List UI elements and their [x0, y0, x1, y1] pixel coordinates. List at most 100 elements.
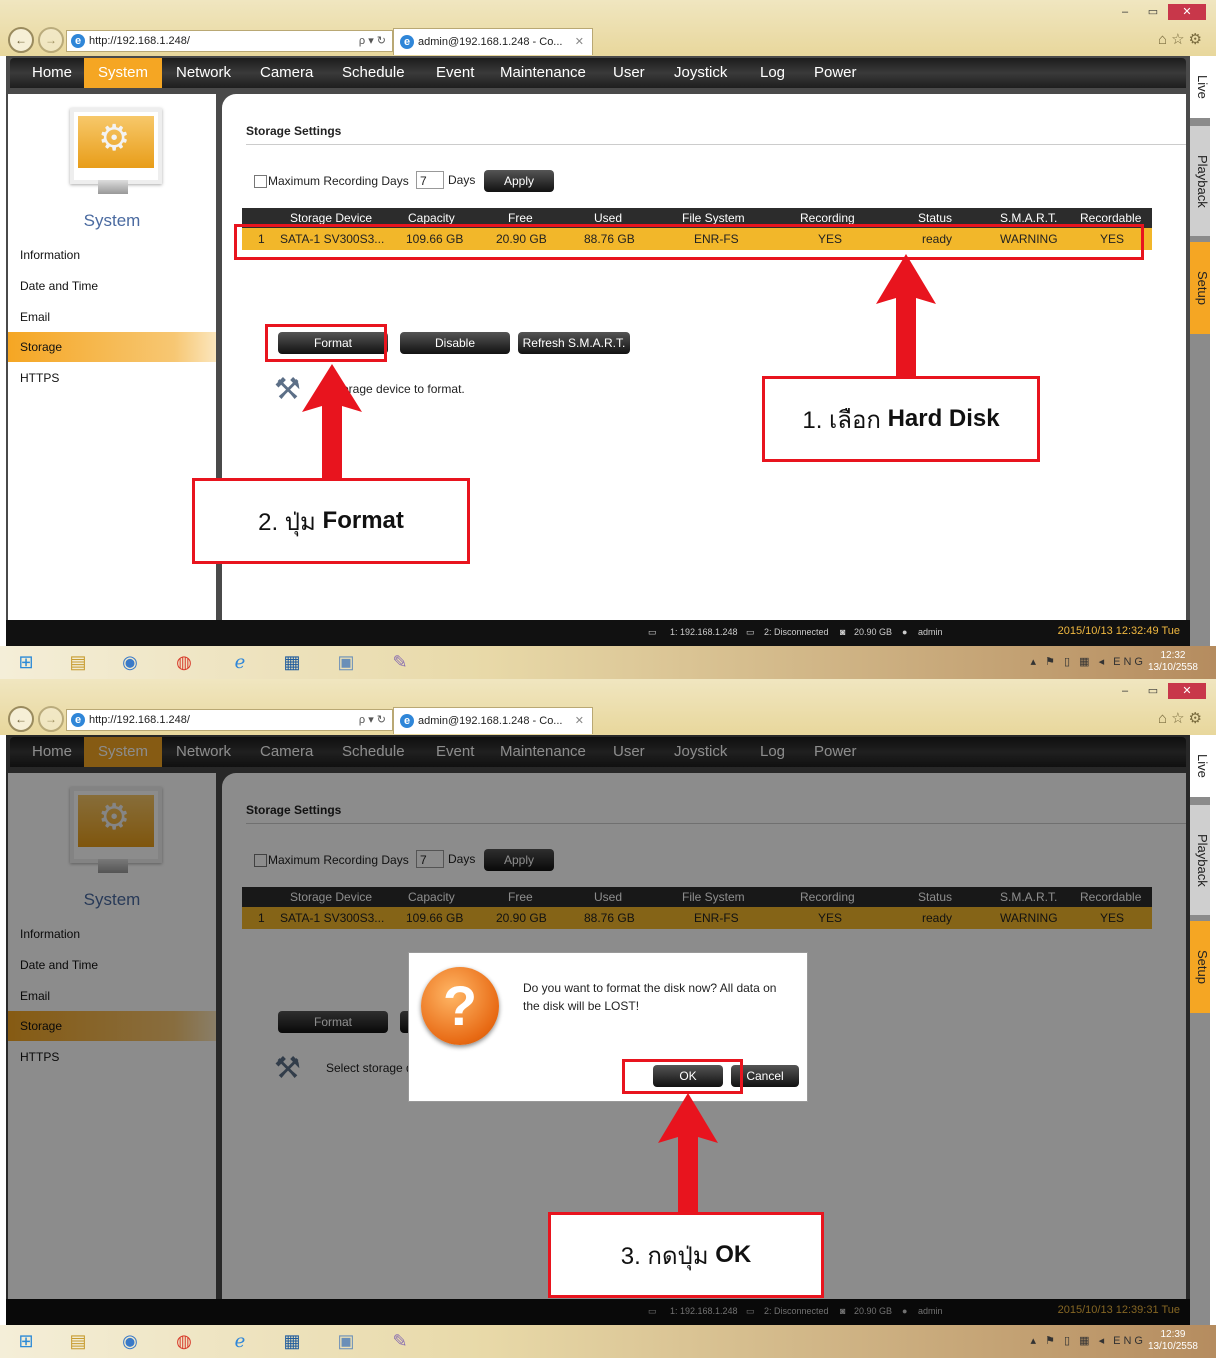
- browser-tab[interactable]: e admin@192.168.1.248 - Co... ✕: [393, 28, 593, 55]
- clock[interactable]: 12:39 13/10/2558: [1148, 1329, 1198, 1353]
- close-button[interactable]: ✕: [1168, 4, 1206, 20]
- tab-live[interactable]: Live: [1190, 56, 1210, 118]
- language-indicator[interactable]: ENG: [1113, 1335, 1146, 1347]
- disable-button[interactable]: Disable: [400, 332, 510, 354]
- windows-taskbar: ⊞ ▤ ◉ ◍ ℯ ▦ ▣ ✎ ▴ ⚑ ▯ ▦ ◂ ENG 12:32 13/10…: [0, 646, 1216, 679]
- ie-icon[interactable]: ℯ: [220, 1328, 260, 1355]
- monitor-icon: ▭: [746, 627, 755, 637]
- menu-event[interactable]: Event: [422, 58, 488, 88]
- tab-close-icon[interactable]: ✕: [575, 708, 584, 734]
- file-explorer-icon[interactable]: ▤: [58, 649, 98, 676]
- arrow-up-icon: [658, 1093, 718, 1215]
- system-tray[interactable]: ▴ ⚑ ▯ ▦ ◂ ENG: [1031, 1334, 1146, 1347]
- arrow-up-icon: [876, 254, 936, 378]
- forward-icon[interactable]: →: [38, 27, 64, 53]
- max-days-checkbox[interactable]: [254, 175, 267, 188]
- image-viewer-icon[interactable]: ▣: [326, 1328, 366, 1355]
- app-grid-icon[interactable]: ▦: [272, 1328, 312, 1355]
- menu-system[interactable]: System: [84, 58, 163, 88]
- tab-live[interactable]: Live: [1190, 735, 1210, 797]
- tab-playback[interactable]: Playback: [1190, 126, 1210, 236]
- apply-button[interactable]: Apply: [484, 170, 554, 192]
- ie-logo-icon: e: [400, 35, 414, 49]
- ie-logo-icon: e: [400, 714, 414, 728]
- network-app-icon[interactable]: ◉: [110, 649, 150, 676]
- disk-free-text: 20.90 GB: [854, 627, 893, 637]
- home-star-gear-icons[interactable]: ⌂☆⚙: [1158, 30, 1206, 48]
- network-app-icon[interactable]: ◉: [110, 1328, 150, 1355]
- menu-user[interactable]: User: [599, 58, 659, 88]
- sidebar-item-information[interactable]: Information: [20, 248, 80, 262]
- callout-step-1-prefix: 1. เลือก: [802, 406, 881, 434]
- callout-step-3: 3. กดปุ่ม OK: [548, 1212, 824, 1298]
- url-text: http://192.168.1.248/: [89, 714, 190, 726]
- page-title: Storage Settings: [246, 124, 342, 138]
- close-button[interactable]: ✕: [1168, 683, 1206, 699]
- user-text: admin: [918, 627, 943, 637]
- home-star-gear-icons[interactable]: ⌂☆⚙: [1158, 709, 1206, 727]
- ie-logo-icon: e: [71, 713, 85, 727]
- tab-close-icon[interactable]: ✕: [575, 29, 584, 55]
- minimize-button[interactable]: –: [1112, 4, 1138, 20]
- days-input[interactable]: 7: [416, 171, 444, 189]
- clock[interactable]: 12:32 13/10/2558: [1148, 650, 1198, 674]
- format-confirm-dialog: ? Do you want to format the disk now? Al…: [408, 952, 808, 1102]
- start-icon[interactable]: ⊞: [6, 649, 46, 676]
- menu-joystick[interactable]: Joystick: [660, 58, 741, 88]
- browser-tab[interactable]: e admin@192.168.1.248 - Co... ✕: [393, 707, 593, 734]
- tab-playback[interactable]: Playback: [1190, 805, 1210, 915]
- search-refresh-icons[interactable]: ρ ▾ ↻: [359, 710, 386, 730]
- ie-icon[interactable]: ℯ: [220, 649, 260, 676]
- window-controls: – ▭ ✕: [1112, 4, 1206, 20]
- menu-camera[interactable]: Camera: [246, 58, 327, 88]
- start-icon[interactable]: ⊞: [6, 1328, 46, 1355]
- highlight-format-button: [265, 324, 387, 362]
- paint-icon[interactable]: ✎: [380, 649, 420, 676]
- menu-schedule[interactable]: Schedule: [328, 58, 419, 88]
- restore-button[interactable]: ▭: [1140, 683, 1166, 699]
- system-tray[interactable]: ▴ ⚑ ▯ ▦ ◂ ENG: [1031, 655, 1146, 668]
- user-icon: ●: [902, 627, 908, 637]
- callout-step-2-prefix: 2. ปุ่ม: [258, 508, 316, 536]
- minimize-button[interactable]: –: [1112, 683, 1138, 699]
- back-icon[interactable]: ←: [8, 27, 34, 53]
- refresh-smart-button[interactable]: Refresh S.M.A.R.T.: [518, 332, 630, 354]
- sidebar-item-storage[interactable]: Storage: [8, 332, 216, 362]
- monitor-stand: [98, 180, 128, 194]
- language-indicator[interactable]: ENG: [1113, 656, 1146, 668]
- callout-step-2: 2. ปุ่ม Format: [192, 478, 470, 564]
- menu-log[interactable]: Log: [746, 58, 799, 88]
- callout-step-1-bold: Hard Disk: [887, 405, 1000, 432]
- clock-date: 13/10/2558: [1147, 1341, 1198, 1352]
- sidebar-item-date-time[interactable]: Date and Time: [20, 279, 98, 293]
- back-icon[interactable]: ←: [8, 706, 34, 732]
- menu-maintenance[interactable]: Maintenance: [486, 58, 600, 88]
- menu-home[interactable]: Home: [18, 58, 86, 88]
- timestamp: 2015/10/13 12:32:49 Tue: [1057, 625, 1180, 637]
- tab-title: admin@192.168.1.248 - Co...: [418, 715, 563, 727]
- highlight-hard-disk-row: [234, 224, 1144, 260]
- tab-setup[interactable]: Setup: [1190, 242, 1210, 334]
- clock-date: 13/10/2558: [1147, 662, 1198, 673]
- sidebar-item-https[interactable]: HTTPS: [20, 371, 59, 385]
- search-refresh-icons[interactable]: ρ ▾ ↻: [359, 31, 386, 51]
- chrome-icon[interactable]: ◍: [164, 1328, 204, 1355]
- tab-setup[interactable]: Setup: [1190, 921, 1210, 1013]
- url-text: http://192.168.1.248/: [89, 35, 190, 47]
- sidebar-item-email[interactable]: Email: [20, 310, 50, 324]
- chrome-icon[interactable]: ◍: [164, 649, 204, 676]
- menu-network[interactable]: Network: [162, 58, 245, 88]
- menu-power[interactable]: Power: [800, 58, 871, 88]
- address-bar[interactable]: e http://192.168.1.248/ ρ ▾ ↻: [66, 709, 393, 731]
- screenshot-step-1: – ▭ ✕ ← → e http://192.168.1.248/ ρ ▾ ↻ e…: [0, 0, 1216, 679]
- image-viewer-icon[interactable]: ▣: [326, 649, 366, 676]
- forward-icon[interactable]: →: [38, 706, 64, 732]
- restore-button[interactable]: ▭: [1140, 4, 1166, 20]
- address-bar[interactable]: e http://192.168.1.248/ ρ ▾ ↻: [66, 30, 393, 52]
- status-bar: ▭ 1: 192.168.1.248 ▭ 2: Disconnected ◙ 2…: [6, 620, 1190, 646]
- file-explorer-icon[interactable]: ▤: [58, 1328, 98, 1355]
- paint-icon[interactable]: ✎: [380, 1328, 420, 1355]
- right-side-tabs: Live Playback Setup: [1190, 735, 1210, 1325]
- app-grid-icon[interactable]: ▦: [272, 649, 312, 676]
- system-monitor-icon: ⚙: [70, 108, 162, 184]
